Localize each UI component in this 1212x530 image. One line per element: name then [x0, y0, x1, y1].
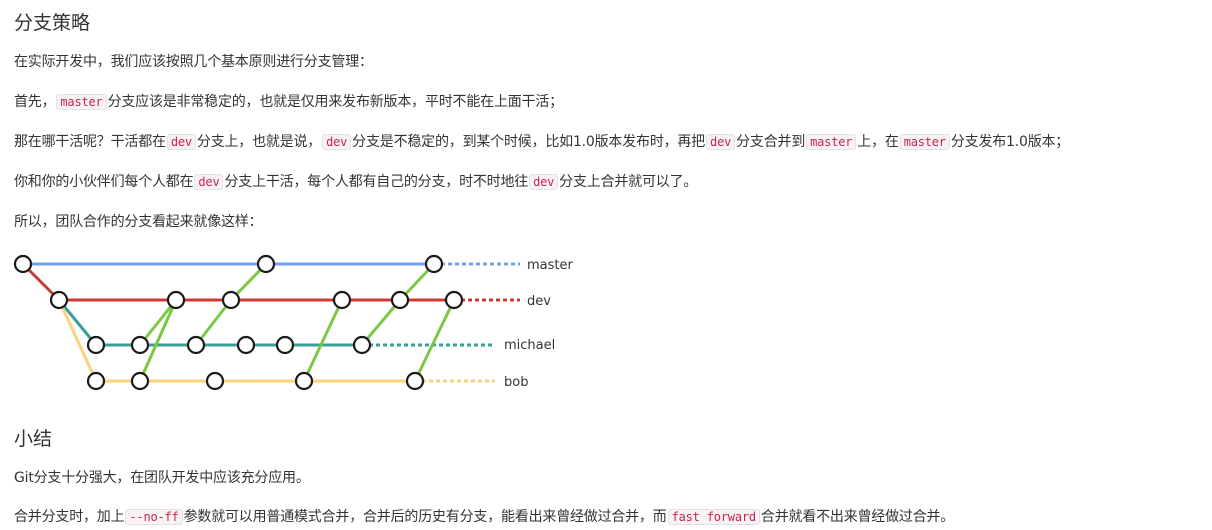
commit-node [424, 254, 444, 274]
branch-label-master: master [527, 258, 573, 273]
branch-diagram: master dev michael bob [13, 254, 573, 391]
inline-code: master [806, 134, 857, 150]
branch-label-michael: michael [504, 338, 555, 353]
text: 参数就可以用普通模式合并，合并后的历史有分支，能看出来曾经做过合并，而 [183, 509, 667, 525]
text: 分支上合并就可以了。 [559, 174, 698, 190]
commit-node [13, 254, 33, 274]
commit-node [221, 290, 241, 310]
text: 分支是不稳定的，到某个时候，比如1.0版本发布时，再把 [352, 134, 706, 150]
commit-node [166, 290, 186, 310]
branch-label-bob: bob [504, 375, 528, 390]
branch-label-dev: dev [527, 294, 551, 309]
section-title-branch-strategy: 分支策略 [14, 12, 91, 34]
commit-node [256, 254, 276, 274]
text: 上，在 [857, 134, 899, 150]
inline-code: dev [166, 134, 196, 150]
paragraph-dev: 那在哪干活呢？干活都在 dev 分支上，也就是说， dev 分支是不稳定的，到某个时候，… [14, 132, 1069, 152]
commit-node [86, 335, 106, 355]
inline-code: dev [529, 174, 559, 190]
commit-node [49, 290, 69, 310]
paragraph-summary-2: 合并分支时，加上 --no-ff 参数就可以用普通模式合并，合并后的历史有分支，能看… [14, 507, 954, 527]
text: 分支上干活，每个人都有自己的分支，时不时地往 [224, 174, 529, 190]
text: 分支上，也就是说， [196, 134, 322, 150]
text: 合并分支时，加上 [14, 509, 125, 525]
inline-code: dev [194, 174, 224, 190]
text: 分支发布1.0版本； [950, 134, 1070, 150]
commit-node [275, 335, 295, 355]
commit-node [332, 290, 352, 310]
text: 首先， [14, 94, 56, 110]
text: 你和你的小伙伴们每个人都在 [14, 174, 194, 190]
commit-node [236, 335, 256, 355]
commit-node [186, 335, 206, 355]
paragraph-master: 首先， master 分支应该是非常稳定的，也就是仅用来发布新版本，平时不能在上面干… [14, 92, 563, 112]
inline-code: dev [322, 134, 352, 150]
commit-node [294, 371, 314, 391]
merge-line [302, 299, 344, 382]
commit-node [390, 290, 410, 310]
commit-node [130, 371, 150, 391]
inline-code: master [899, 134, 950, 150]
paragraph-intro: 在实际开发中，我们应该按照几个基本原则进行分支管理： [14, 54, 373, 70]
commit-node [444, 290, 464, 310]
merge-line [413, 299, 456, 382]
commit-node [205, 371, 225, 391]
inline-code: fast forward [667, 509, 760, 525]
inline-code: --no-ff [125, 509, 183, 525]
text: 合并就看不出来曾经做过合并。 [760, 509, 955, 525]
text: 分支合并到 [736, 134, 806, 150]
paragraph-summary-1: Git分支十分强大，在团队开发中应该充分应用。 [14, 470, 310, 486]
paragraph-diagram-intro: 所以，团队合作的分支看起来就像这样： [14, 214, 263, 230]
commit-node [86, 371, 106, 391]
inline-code: master [56, 94, 107, 110]
commit-node [130, 335, 150, 355]
text: 分支应该是非常稳定的，也就是仅用来发布新版本，平时不能在上面干活； [107, 94, 564, 110]
paragraph-team: 你和你的小伙伴们每个人都在 dev 分支上干活，每个人都有自己的分支，时不时地往 de… [14, 172, 697, 192]
section-title-summary: 小结 [14, 428, 53, 450]
text: 那在哪干活呢？干活都在 [14, 134, 166, 150]
commit-node [405, 371, 425, 391]
inline-code: dev [706, 134, 736, 150]
commit-node [352, 335, 372, 355]
